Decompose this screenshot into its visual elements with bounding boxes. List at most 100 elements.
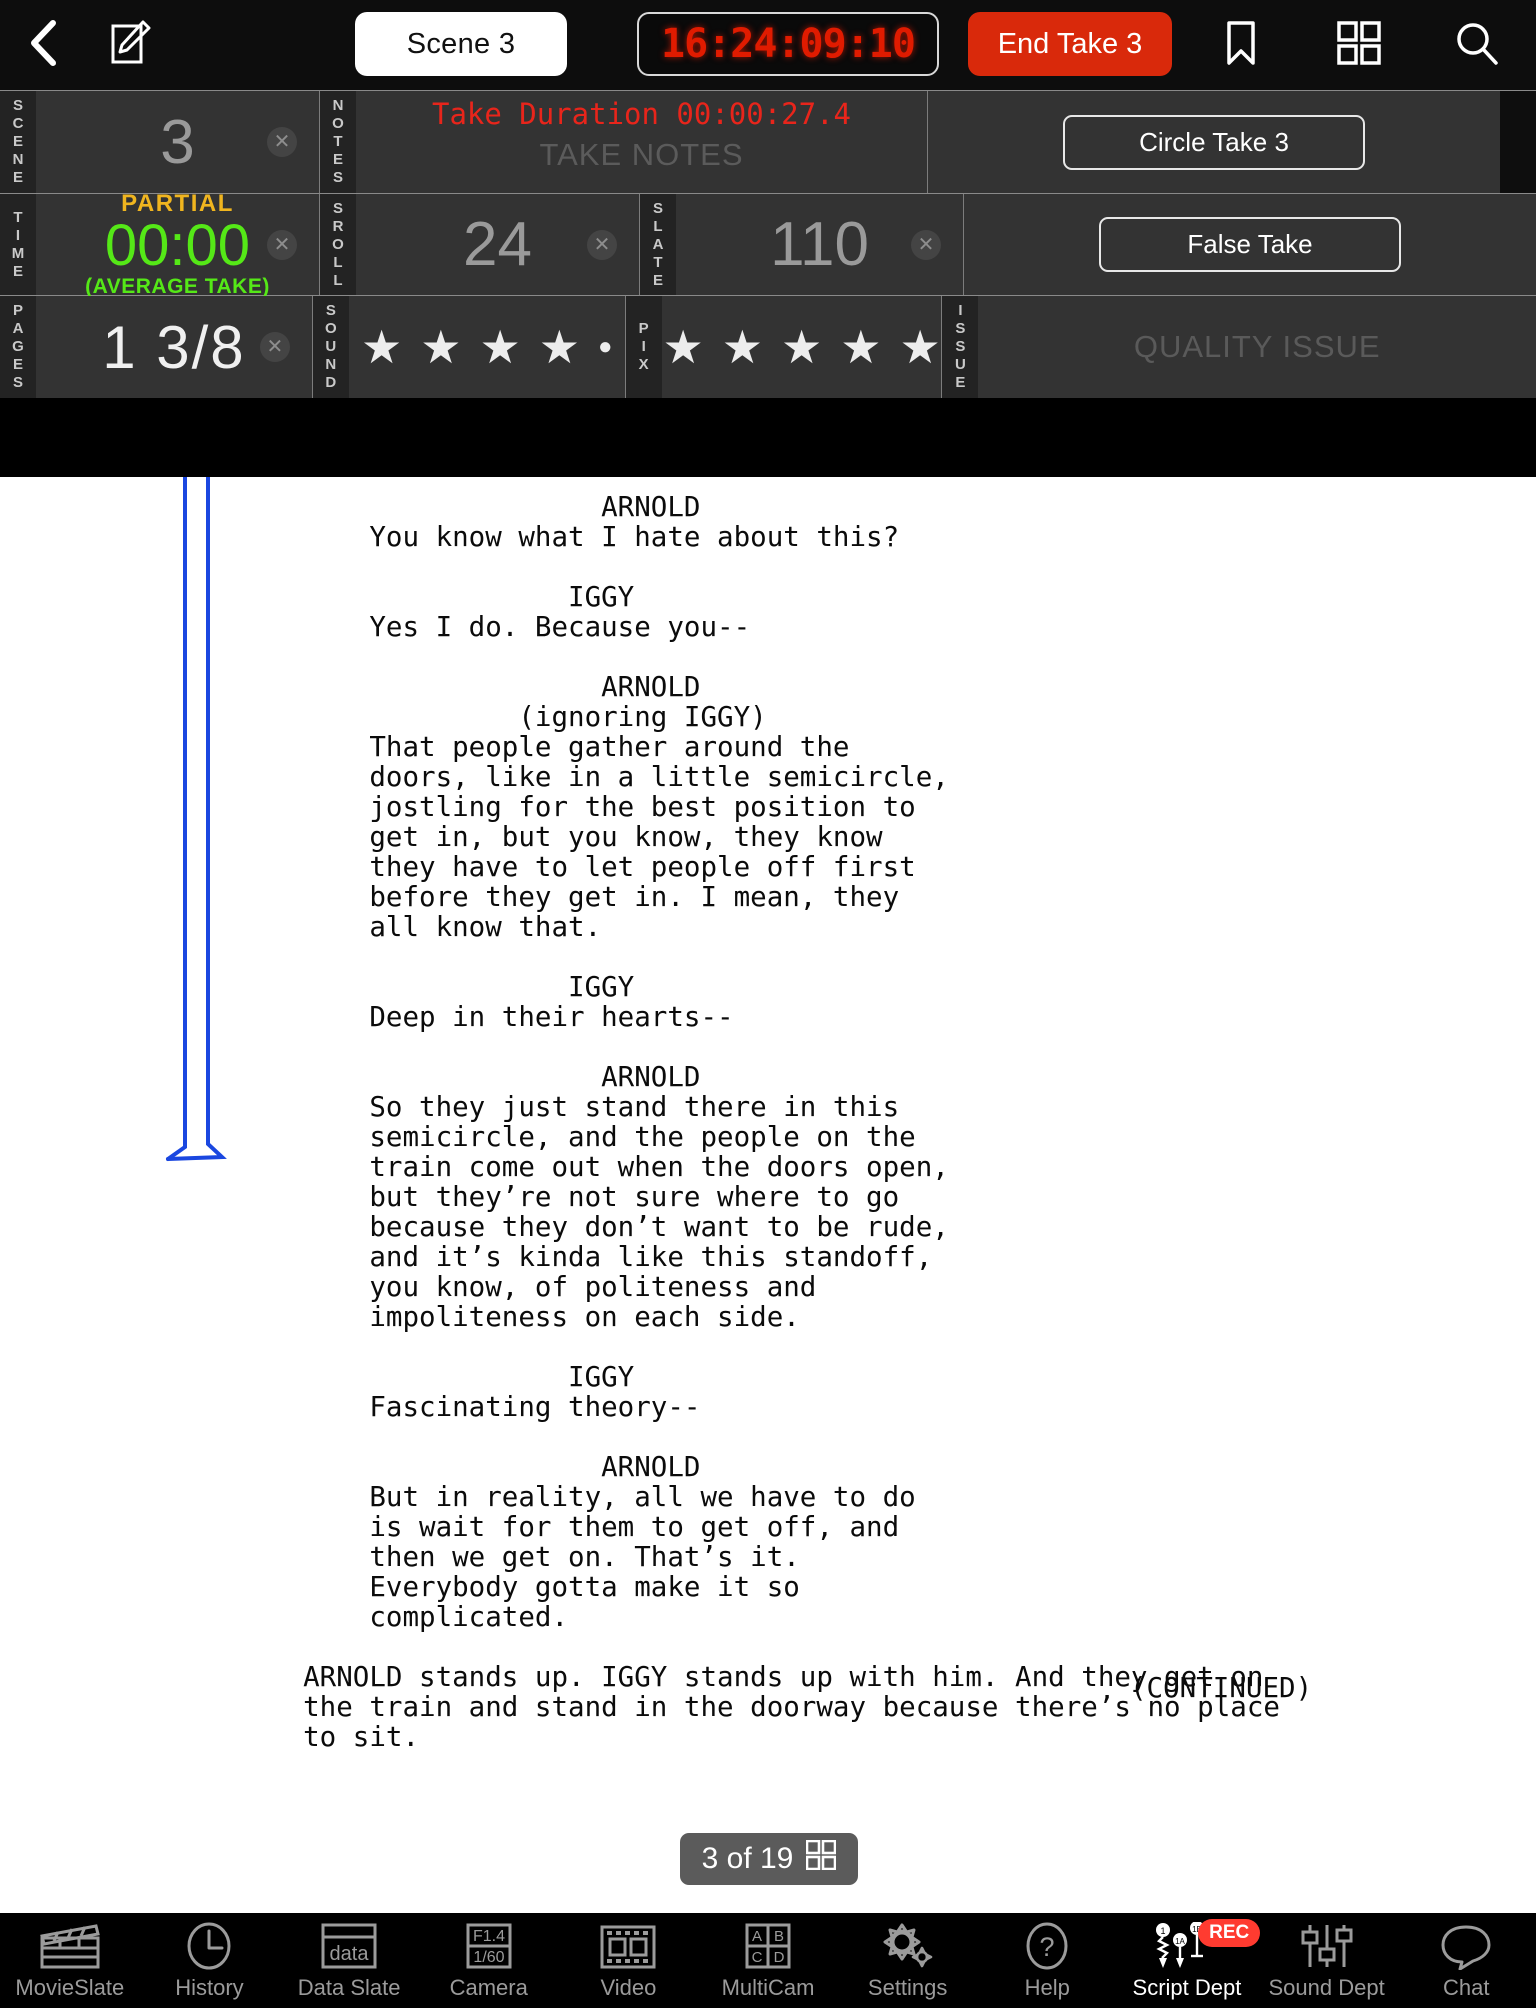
svg-text:?: ? <box>1040 1932 1055 1962</box>
take-duration: Take Duration 00:00:27.4 <box>431 97 852 131</box>
page-indicator[interactable]: 3 of 19 <box>680 1833 858 1885</box>
slate-row-scene: SCENE 3 ✕ NOTES Take Duration 00:00:27.4… <box>0 90 1536 193</box>
star-empty-icon[interactable]: ● <box>598 335 613 359</box>
svg-text:A: A <box>752 1928 762 1945</box>
rec-badge: REC <box>1198 1919 1261 1947</box>
false-take-button[interactable]: False Take <box>1099 217 1401 272</box>
pix-field-label: PIX <box>625 296 662 398</box>
star-filled-icon[interactable]: ★ <box>899 324 940 370</box>
star-filled-icon[interactable]: ★ <box>480 324 521 370</box>
sroll-field[interactable]: 24 ✕ <box>356 194 640 295</box>
tab-video[interactable]: Video <box>559 1913 699 2008</box>
tab-help[interactable]: ? Help <box>977 1913 1117 2008</box>
quality-issue-placeholder: QUALITY ISSUE <box>1133 329 1381 364</box>
clear-slate-button[interactable]: ✕ <box>911 229 941 260</box>
star-filled-icon[interactable]: ★ <box>662 324 703 370</box>
tab-label: History <box>175 1975 244 2000</box>
tab-chat[interactable]: Chat <box>1396 1913 1536 2008</box>
clapperboard-icon <box>38 1920 102 1970</box>
scene-field[interactable]: 3 ✕ <box>36 91 320 193</box>
search-button[interactable] <box>1418 19 1536 72</box>
take-notes-field[interactable]: Take Duration 00:00:27.4 TAKE NOTES <box>356 91 928 193</box>
tab-movieslate[interactable]: MovieSlate <box>0 1913 140 2008</box>
time-field[interactable]: PARTIAL 00:00 (AVERAGE TAKE) ✕ <box>36 189 320 299</box>
star-filled-icon[interactable]: ★ <box>420 324 461 370</box>
tab-multicam[interactable]: A B C D MultiCam <box>698 1913 838 2008</box>
timecode-display[interactable]: 16:24:09:10 <box>637 12 939 76</box>
tab-camera[interactable]: F1.4 1/60 Camera <box>419 1913 559 2008</box>
bookmark-button[interactable] <box>1182 20 1300 71</box>
tab-label: MovieSlate <box>15 1975 125 2000</box>
scene-button[interactable]: Scene 3 <box>355 12 567 76</box>
chevron-left-icon <box>26 18 60 73</box>
sound-star-rating[interactable]: ★ ★ ★ ★ ● <box>361 324 613 370</box>
clear-scene-button[interactable]: ✕ <box>267 127 297 157</box>
sound-field-label: SOUND <box>312 296 349 398</box>
bookmark-icon <box>1224 20 1258 71</box>
clear-pages-button[interactable]: ✕ <box>259 332 290 362</box>
sound-rating-field[interactable]: ★ ★ ★ ★ ● <box>348 296 626 398</box>
slate-row-time: TIME PARTIAL 00:00 (AVERAGE TAKE) ✕ SROL… <box>0 189 1536 299</box>
end-take-button[interactable]: End Take 3 <box>968 12 1172 76</box>
star-filled-icon[interactable]: ★ <box>781 324 822 370</box>
tab-label: Video <box>600 1975 657 2000</box>
tab-sound-dept[interactable]: Sound Dept <box>1257 1913 1397 2008</box>
mixer-faders-icon <box>1299 1920 1355 1970</box>
tab-script-dept[interactable]: 1 1A 1B REC Script Dept <box>1117 1913 1261 2008</box>
scene-value: 3 <box>160 107 195 177</box>
star-filled-icon[interactable]: ★ <box>722 324 763 370</box>
camera-settings-icon: F1.4 1/60 <box>464 1920 514 1970</box>
clear-time-button[interactable]: ✕ <box>267 229 297 260</box>
timecode-value: 16:24:09:10 <box>661 21 916 67</box>
pages-value: 1 3/8 <box>102 313 246 381</box>
clear-sroll-button[interactable]: ✕ <box>587 229 617 260</box>
star-filled-icon[interactable]: ★ <box>840 324 881 370</box>
grid-view-button[interactable] <box>1300 20 1418 71</box>
tab-label: Help <box>1024 1975 1070 2000</box>
grid-icon[interactable] <box>806 1839 837 1878</box>
question-mark-icon: ? <box>1025 1920 1069 1970</box>
end-take-label: End Take 3 <box>997 27 1143 60</box>
slate-data-grid: SCENE 3 ✕ NOTES Take Duration 00:00:27.4… <box>0 90 1536 398</box>
tab-data-slate[interactable]: data Data Slate <box>279 1913 419 2008</box>
pix-rating-field[interactable]: ★ ★ ★ ★ ★ <box>661 296 943 398</box>
notes-field-label: NOTES <box>320 91 356 193</box>
svg-text:1: 1 <box>1160 1926 1165 1936</box>
slate-row-pages: PAGES 1 3/8 ✕ SOUND ★ ★ ★ ★ ● PIX ★ ★ ★ ★ ★ ISSU… <box>0 295 1536 398</box>
time-status: PARTIAL <box>121 189 234 217</box>
circle-take-cell: Circle Take 3 <box>928 91 1500 193</box>
tab-settings[interactable]: Settings <box>838 1913 978 2008</box>
pix-star-rating[interactable]: ★ ★ ★ ★ ★ <box>662 324 940 370</box>
take-notes-placeholder: TAKE NOTES <box>539 137 744 172</box>
script-text: ARNOLD You know what I hate about this? … <box>303 491 1280 1753</box>
time-subtitle: (AVERAGE TAKE) <box>85 275 270 299</box>
edit-button[interactable] <box>86 18 172 73</box>
grid-icon <box>1336 20 1382 71</box>
sroll-value: 24 <box>463 210 532 279</box>
script-page[interactable]: ARNOLD You know what I hate about this? … <box>0 477 1536 1913</box>
chat-bubble-icon <box>1440 1920 1492 1970</box>
false-take-cell: False Take <box>964 194 1536 295</box>
tab-label: Camera <box>449 1975 528 2000</box>
gears-icon <box>881 1920 935 1970</box>
svg-text:D: D <box>774 1949 785 1966</box>
tab-history[interactable]: History <box>140 1913 280 2008</box>
slate-field-label: SLATE <box>640 194 676 295</box>
tab-label: Data Slate <box>297 1975 401 2000</box>
slate-number-value: 110 <box>770 210 869 279</box>
svg-text:B: B <box>774 1928 784 1945</box>
quality-issue-field[interactable]: QUALITY ISSUE <box>978 296 1536 398</box>
svg-text:C: C <box>752 1949 763 1966</box>
pages-field-label: PAGES <box>0 296 36 398</box>
multicam-grid-icon: ABCD <box>743 1920 793 1970</box>
pages-field[interactable]: 1 3/8 ✕ <box>36 296 313 398</box>
svg-text:F1.4: F1.4 <box>473 1928 505 1945</box>
back-button[interactable] <box>0 18 86 73</box>
circle-take-button[interactable]: Circle Take 3 <box>1063 114 1365 170</box>
tab-label: MultiCam <box>721 1975 815 2000</box>
svg-text:data: data <box>330 1943 370 1965</box>
star-filled-icon[interactable]: ★ <box>539 324 580 370</box>
slate-number-field[interactable]: 110 ✕ <box>676 194 964 295</box>
star-filled-icon[interactable]: ★ <box>361 324 402 370</box>
bottom-tab-bar: MovieSlate History data Data Slate F1.4 1/60 C… <box>0 1913 1536 2008</box>
